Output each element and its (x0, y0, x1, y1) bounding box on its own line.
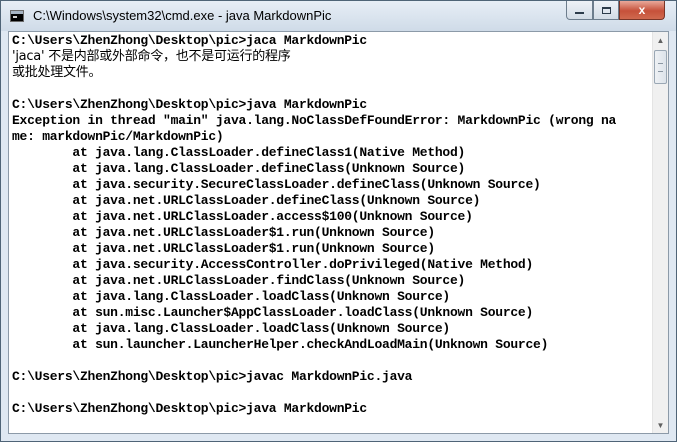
scroll-up-button[interactable]: ▲ (653, 32, 668, 48)
scroll-down-button[interactable]: ▼ (653, 417, 668, 433)
console-line: C:\Users\ZhenZhong\Desktop\pic>javac Mar… (12, 369, 413, 384)
console-line: at java.net.URLClassLoader.access$100(Un… (12, 209, 473, 224)
console-line: me: markdownPic/MarkdownPic) (12, 129, 224, 144)
close-icon: x (638, 3, 646, 17)
console-line: 'jaca' 不是内部或外部命令，也不是可运行的程序 (12, 49, 291, 64)
minimize-icon (575, 12, 584, 14)
console-line: at java.lang.ClassLoader.loadClass(Unkno… (12, 289, 450, 304)
console-client-area: C:\Users\ZhenZhong\Desktop\pic>jaca Mark… (8, 31, 669, 434)
console-app-icon[interactable] (10, 10, 24, 22)
console-line: at sun.misc.Launcher$AppClassLoader.load… (12, 305, 534, 320)
scroll-up-arrow-icon: ▲ (656, 35, 665, 45)
console-output[interactable]: C:\Users\ZhenZhong\Desktop\pic>jaca Mark… (10, 33, 653, 432)
console-line: at java.net.URLClassLoader$1.run(Unknown… (12, 225, 435, 240)
console-line: at java.net.URLClassLoader.defineClass(U… (12, 193, 481, 208)
console-line: at java.lang.ClassLoader.defineClass(Unk… (12, 161, 466, 176)
maximize-icon (601, 6, 611, 14)
console-line: at java.lang.ClassLoader.defineClass1(Na… (12, 145, 466, 160)
close-button[interactable]: x (619, 1, 665, 20)
scrollbar-thumb[interactable] (654, 50, 667, 84)
console-line: 或批处理文件。 (12, 65, 102, 80)
maximize-button[interactable] (593, 1, 619, 20)
vertical-scrollbar[interactable]: ▲ ▼ (652, 32, 668, 433)
console-line: Exception in thread "main" java.lang.NoC… (12, 113, 617, 128)
console-line: at java.security.AccessController.doPriv… (12, 257, 534, 272)
console-text: C:\Users\ZhenZhong\Desktop\pic>jaca Mark… (10, 33, 653, 417)
window-title: C:\Windows\system32\cmd.exe - java Markd… (33, 8, 332, 23)
console-line: at java.net.URLClassLoader$1.run(Unknown… (12, 241, 435, 256)
console-line: at java.security.SecureClassLoader.defin… (12, 177, 541, 192)
scroll-down-arrow-icon: ▼ (656, 420, 665, 430)
console-line: C:\Users\ZhenZhong\Desktop\pic>jaca Mark… (12, 33, 367, 48)
cmd-window: C:\Windows\system32\cmd.exe - java Markd… (0, 0, 677, 442)
console-line: C:\Users\ZhenZhong\Desktop\pic>java Mark… (12, 401, 367, 416)
minimize-button[interactable] (566, 1, 593, 20)
console-line: at sun.launcher.LauncherHelper.checkAndL… (12, 337, 549, 352)
console-line: C:\Users\ZhenZhong\Desktop\pic>java Mark… (12, 97, 367, 112)
console-line: at java.lang.ClassLoader.loadClass(Unkno… (12, 321, 450, 336)
title-bar[interactable]: C:\Windows\system32\cmd.exe - java Markd… (1, 1, 676, 31)
console-line: at java.net.URLClassLoader.findClass(Unk… (12, 273, 466, 288)
